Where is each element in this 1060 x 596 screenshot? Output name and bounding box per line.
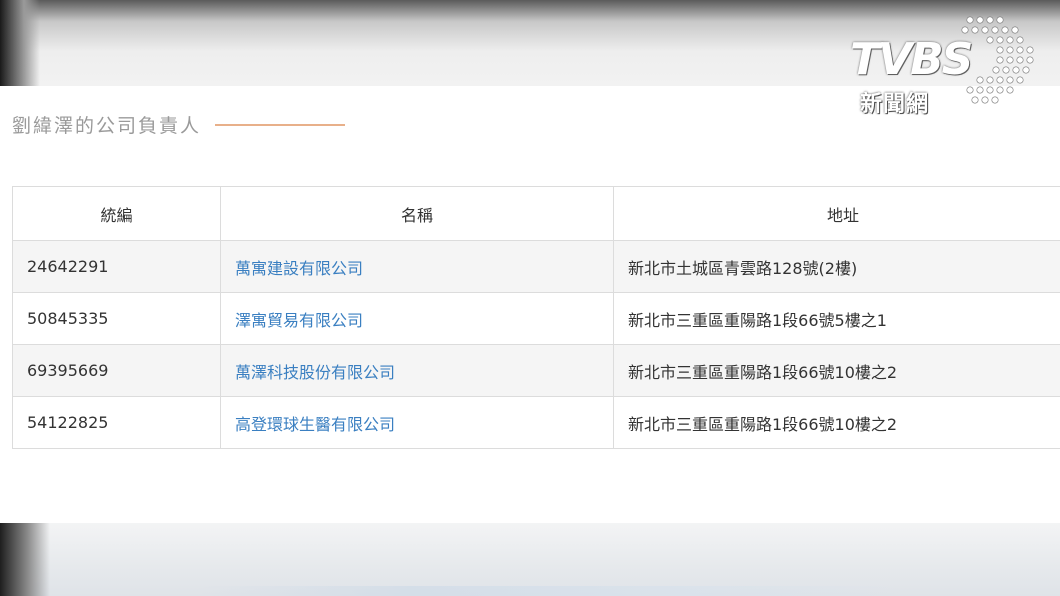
cell-tax-id: 54122825 [12,396,221,449]
logo-subtitle: 新聞網 [860,92,930,117]
cell-address: 新北市三重區重陽路1段66號10樓之2 [613,344,1060,397]
cell-company-name: 萬澤科技股份有限公司 [220,344,614,397]
cell-address: 新北市三重區重陽路1段66號5樓之1 [613,292,1060,345]
title-underline-decoration [215,123,346,126]
company-link[interactable]: 高登環球生醫有限公司 [235,415,395,434]
table-header-row: 統編 名稱 地址 [12,186,1060,241]
section-header: 劉緯澤的公司負責人 [12,111,346,138]
table-row: 69395669 萬澤科技股份有限公司 新北市三重區重陽路1段66號10樓之2 [12,344,1060,397]
logo-wordmark: TVBS [850,34,973,85]
table-row: 54122825 高登環球生醫有限公司 新北市三重區重陽路1段66號10樓之2 [12,396,1060,449]
section-title: 劉緯澤的公司負責人 [12,115,202,137]
column-header-address: 地址 [613,186,1060,241]
cell-address: 新北市三重區重陽路1段66號10樓之2 [613,396,1060,449]
cell-company-name: 澤寓貿易有限公司 [220,292,614,345]
cell-tax-id: 50845335 [12,292,221,345]
company-link[interactable]: 萬澤科技股份有限公司 [235,363,395,382]
bottom-blurred-band [0,523,1060,596]
column-header-id: 統編 [12,186,221,241]
table-row: 24642291 萬寓建設有限公司 新北市土城區青雲路128號(2樓) [12,240,1060,293]
cell-tax-id: 69395669 [12,344,221,397]
cell-address: 新北市土城區青雲路128號(2樓) [613,240,1060,293]
tvbs-logo-watermark: TVBS 新聞網 [848,14,1038,118]
company-table: 統編 名稱 地址 24642291 萬寓建設有限公司 新北市土城區青雲路128號… [12,186,1060,449]
cell-tax-id: 24642291 [12,240,221,293]
company-link[interactable]: 澤寓貿易有限公司 [235,311,363,330]
table-row: 50845335 澤寓貿易有限公司 新北市三重區重陽路1段66號5樓之1 [12,292,1060,345]
cell-company-name: 高登環球生醫有限公司 [220,396,614,449]
company-link[interactable]: 萬寓建設有限公司 [235,259,363,278]
column-header-name: 名稱 [220,186,614,241]
cell-company-name: 萬寓建設有限公司 [220,240,614,293]
